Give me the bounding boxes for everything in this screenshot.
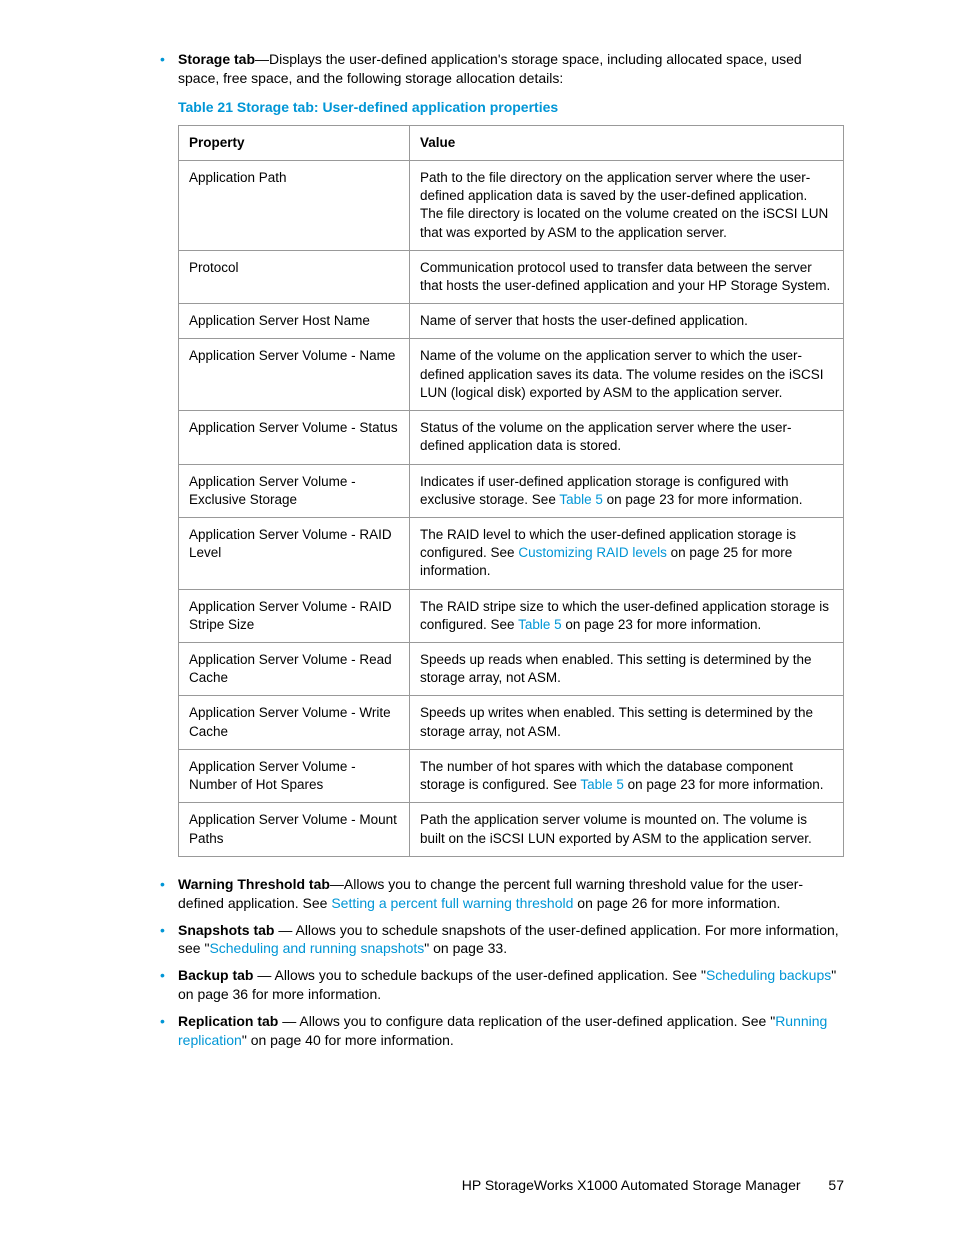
intro-bullet-storage-tab: Storage tab—Displays the user-defined ap… — [130, 50, 844, 88]
tab-description-item: Replication tab — Allows you to configur… — [130, 1012, 844, 1050]
property-cell: Protocol — [179, 250, 410, 303]
value-cell: Path the application server volume is mo… — [410, 803, 844, 856]
table-caption: Table 21 Storage tab: User-defined appli… — [178, 98, 844, 117]
property-cell: Application Server Volume - Number of Ho… — [179, 749, 410, 802]
table-row: Application Server Volume - Read CacheSp… — [179, 643, 844, 696]
value-cell: The RAID stripe size to which the user-d… — [410, 589, 844, 642]
value-cell: Indicates if user-defined application st… — [410, 464, 844, 517]
tab-description-item: Snapshots tab — Allows you to schedule s… — [130, 921, 844, 959]
property-cell: Application Server Volume - Mount Paths — [179, 803, 410, 856]
property-cell: Application Server Volume - Exclusive St… — [179, 464, 410, 517]
tab-label: Replication tab — [178, 1013, 278, 1029]
tab-label: Warning Threshold tab — [178, 876, 330, 892]
table-row: Application Server Volume - RAID LevelTh… — [179, 517, 844, 589]
cross-reference-link[interactable]: Setting a percent full warning threshold — [331, 895, 573, 911]
table-row: Application Server Volume - Number of Ho… — [179, 749, 844, 802]
tabs-list: Warning Threshold tab—Allows you to chan… — [130, 875, 844, 1050]
value-cell: Speeds up writes when enabled. This sett… — [410, 696, 844, 749]
table-row: Application Server Volume - RAID Stripe … — [179, 589, 844, 642]
col-header-property: Property — [179, 125, 410, 160]
table-row: Application Server Volume - StatusStatus… — [179, 411, 844, 464]
value-cell: Name of server that hosts the user-defin… — [410, 304, 844, 339]
value-cell: Path to the file directory on the applic… — [410, 160, 844, 250]
property-cell: Application Server Volume - RAID Level — [179, 517, 410, 589]
property-cell: Application Server Volume - Write Cache — [179, 696, 410, 749]
value-cell: Communication protocol used to transfer … — [410, 250, 844, 303]
property-cell: Application Server Volume - RAID Stripe … — [179, 589, 410, 642]
tab-description-item: Warning Threshold tab—Allows you to chan… — [130, 875, 844, 913]
cross-reference-link[interactable]: Customizing RAID levels — [518, 545, 667, 560]
value-cell: The RAID level to which the user-defined… — [410, 517, 844, 589]
tab-label: Snapshots tab — [178, 922, 274, 938]
table-row: Application Server Host NameName of serv… — [179, 304, 844, 339]
tab-description-item: Backup tab — Allows you to schedule back… — [130, 966, 844, 1004]
table-row: Application Server Volume - Mount PathsP… — [179, 803, 844, 856]
intro-bullet-label: Storage tab — [178, 51, 255, 67]
intro-bullet-text: —Displays the user-defined application's… — [178, 51, 802, 86]
property-cell: Application Server Volume - Name — [179, 339, 410, 411]
property-cell: Application Server Volume - Read Cache — [179, 643, 410, 696]
table-row: Application PathPath to the file directo… — [179, 160, 844, 250]
property-cell: Application Server Host Name — [179, 304, 410, 339]
value-cell: Name of the volume on the application se… — [410, 339, 844, 411]
table-row: Application Server Volume - NameName of … — [179, 339, 844, 411]
col-header-value: Value — [410, 125, 844, 160]
cross-reference-link[interactable]: Scheduling and running snapshots — [209, 940, 424, 956]
properties-table: Property Value Application PathPath to t… — [178, 125, 844, 857]
cross-reference-link[interactable]: Table 5 — [559, 492, 603, 507]
table-row: Application Server Volume - Exclusive St… — [179, 464, 844, 517]
footer-page-number: 57 — [828, 1177, 844, 1193]
cross-reference-link[interactable]: Table 5 — [518, 617, 562, 632]
value-cell: Speeds up reads when enabled. This setti… — [410, 643, 844, 696]
tab-label: Backup tab — [178, 967, 253, 983]
intro-list: Storage tab—Displays the user-defined ap… — [130, 50, 844, 88]
table-row: ProtocolCommunication protocol used to t… — [179, 250, 844, 303]
property-cell: Application Server Volume - Status — [179, 411, 410, 464]
cross-reference-link[interactable]: Scheduling backups — [706, 967, 831, 983]
cross-reference-link[interactable]: Table 5 — [580, 777, 624, 792]
page-footer: HP StorageWorks X1000 Automated Storage … — [462, 1176, 844, 1195]
footer-text: HP StorageWorks X1000 Automated Storage … — [462, 1177, 801, 1193]
value-cell: Status of the volume on the application … — [410, 411, 844, 464]
table-row: Application Server Volume - Write CacheS… — [179, 696, 844, 749]
value-cell: The number of hot spares with which the … — [410, 749, 844, 802]
property-cell: Application Path — [179, 160, 410, 250]
